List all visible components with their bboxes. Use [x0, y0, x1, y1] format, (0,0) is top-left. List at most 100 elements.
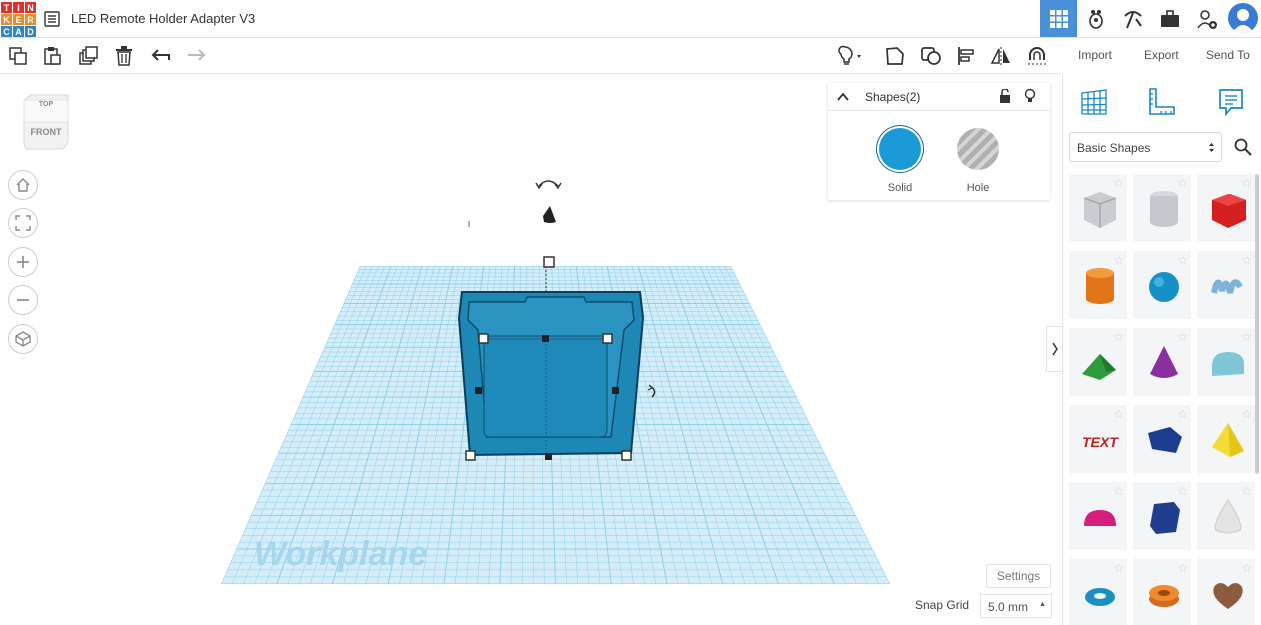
- shape-polygon[interactable]: ☆: [1133, 405, 1191, 473]
- document-list-icon[interactable]: [44, 11, 60, 27]
- notes-icon[interactable]: [1213, 84, 1249, 120]
- align-icon[interactable]: [952, 42, 980, 70]
- shape-roof[interactable]: ☆: [1069, 328, 1127, 396]
- polygon-icon: [1148, 427, 1182, 453]
- import-button[interactable]: Import: [1068, 43, 1122, 67]
- paraboloid-icon: [1214, 499, 1242, 534]
- sidebar-scrollbar[interactable]: [1255, 174, 1259, 474]
- snap-grid-select[interactable]: 5.0 mm ▲: [980, 594, 1052, 618]
- shape-category-select[interactable]: Basic Shapes: [1069, 132, 1222, 162]
- view-cube[interactable]: TOP FRONT: [22, 94, 70, 150]
- torus-icon: [1085, 588, 1115, 606]
- logo-letter: E: [13, 14, 24, 25]
- avatar[interactable]: [1228, 3, 1258, 33]
- shape-prism[interactable]: ☆: [1133, 482, 1191, 550]
- logo-letter: T: [1, 2, 12, 13]
- side-handle[interactable]: [612, 387, 619, 394]
- lift-cone-handle[interactable]: [543, 206, 556, 223]
- caret-up-icon: ▲: [1039, 601, 1046, 608]
- briefcase-icon[interactable]: [1151, 0, 1188, 37]
- light-bulb-icon[interactable]: [833, 42, 869, 70]
- ortho-view-icon[interactable]: [8, 324, 38, 354]
- gallery-icon[interactable]: [1077, 0, 1114, 37]
- solid-option[interactable]: Solid: [875, 127, 925, 194]
- add-user-icon[interactable]: [1188, 0, 1225, 37]
- group-icon[interactable]: [917, 42, 945, 70]
- top-right-icons: [1040, 0, 1261, 38]
- panel-header: Shapes(2): [828, 83, 1050, 111]
- search-icon[interactable]: [1228, 132, 1258, 162]
- shape-text[interactable]: ☆ TEXT: [1069, 405, 1127, 473]
- shape-round-roof[interactable]: ☆: [1197, 328, 1255, 396]
- shape-heart[interactable]: ☆: [1197, 559, 1255, 625]
- settings-button[interactable]: Settings: [986, 564, 1051, 588]
- tinker-pickaxe-icon[interactable]: [1114, 0, 1151, 37]
- scribble-icon: [1211, 279, 1243, 294]
- corner-handle[interactable]: [621, 450, 632, 461]
- shape-box-hole[interactable]: ☆: [1069, 174, 1127, 242]
- ruler-icon[interactable]: [1143, 84, 1179, 120]
- logo-letter: I: [13, 2, 24, 13]
- redo-icon[interactable]: [182, 42, 210, 70]
- magnet-icon[interactable]: [1023, 42, 1051, 70]
- shape-half-sphere[interactable]: ☆: [1069, 482, 1127, 550]
- panel-collapse-toggle[interactable]: [1046, 326, 1062, 372]
- svg-text:TEXT: TEXT: [1082, 434, 1119, 450]
- zoom-in-icon[interactable]: [8, 247, 38, 277]
- roof-icon: [1082, 354, 1116, 380]
- corner-handle[interactable]: [465, 450, 476, 461]
- zoom-out-icon[interactable]: [8, 285, 38, 315]
- snap-grid-value: 5.0 mm: [988, 600, 1029, 614]
- light-bulb-icon[interactable]: [1024, 88, 1036, 104]
- side-handle[interactable]: [542, 335, 549, 342]
- shape-torus[interactable]: ☆: [1069, 559, 1127, 625]
- paste-icon[interactable]: [38, 42, 66, 70]
- lock-icon[interactable]: [999, 89, 1011, 103]
- chevron-right-icon: [1051, 342, 1058, 356]
- text-icon: TEXT: [1082, 434, 1119, 450]
- undo-icon[interactable]: [147, 42, 175, 70]
- view-cube-front[interactable]: FRONT: [31, 127, 62, 137]
- shape-cylinder-hole[interactable]: ☆: [1133, 174, 1191, 242]
- hole-option[interactable]: Hole: [953, 127, 1003, 194]
- logo-letter: R: [25, 14, 36, 25]
- grid-view-icon[interactable]: [1040, 0, 1077, 37]
- prism-icon: [1150, 502, 1180, 534]
- shape-category-value: Basic Shapes: [1077, 141, 1151, 155]
- hole-swatch[interactable]: [957, 128, 999, 170]
- copy-icon[interactable]: [4, 42, 32, 70]
- document-title[interactable]: LED Remote Holder Adapter V3: [71, 11, 255, 26]
- side-handle[interactable]: [475, 387, 482, 394]
- cylinder-hole-icon: [1150, 191, 1178, 227]
- side-handle[interactable]: [545, 453, 552, 460]
- home-icon[interactable]: [8, 170, 38, 200]
- shapes-sidebar: Basic Shapes ☆ ☆ ☆ ☆ ☆ ☆ ☆ ☆ ☆ ☆ TEXT ☆ ☆ ☆ ☆ ☆ ☆ ☆ ☆: [1062, 74, 1261, 625]
- shape-pyramid[interactable]: ☆: [1197, 405, 1255, 473]
- corner-handle[interactable]: [602, 333, 613, 344]
- note-icon[interactable]: [881, 42, 909, 70]
- duplicate-icon[interactable]: [75, 42, 103, 70]
- solid-swatch[interactable]: [879, 128, 921, 170]
- chevron-up-icon[interactable]: [837, 92, 849, 101]
- shape-tube[interactable]: ☆: [1133, 559, 1191, 625]
- pyramid-icon: [1212, 423, 1244, 457]
- logo-letter: N: [25, 2, 36, 13]
- shape-cone[interactable]: ☆: [1133, 328, 1191, 396]
- shape-cylinder[interactable]: ☆: [1069, 251, 1127, 319]
- export-button[interactable]: Export: [1134, 43, 1189, 67]
- corner-handle[interactable]: [478, 333, 489, 344]
- shape-box[interactable]: ☆: [1197, 174, 1255, 242]
- fit-view-icon[interactable]: [8, 208, 38, 238]
- delete-icon[interactable]: [110, 42, 138, 70]
- logo-letter: A: [13, 26, 24, 37]
- view-cube-top[interactable]: TOP: [39, 101, 54, 108]
- shape-paraboloid[interactable]: ☆: [1197, 482, 1255, 550]
- shape-scribble[interactable]: ☆: [1197, 251, 1255, 319]
- cylinder-icon: [1086, 268, 1114, 304]
- send-to-button[interactable]: Send To: [1196, 43, 1260, 67]
- tinkercad-logo[interactable]: TIN KER CAD: [1, 2, 36, 37]
- shape-sphere[interactable]: ☆: [1133, 251, 1191, 319]
- mirror-icon[interactable]: [987, 42, 1015, 70]
- height-handle[interactable]: [543, 256, 555, 268]
- workplane-grid-icon[interactable]: [1076, 84, 1112, 120]
